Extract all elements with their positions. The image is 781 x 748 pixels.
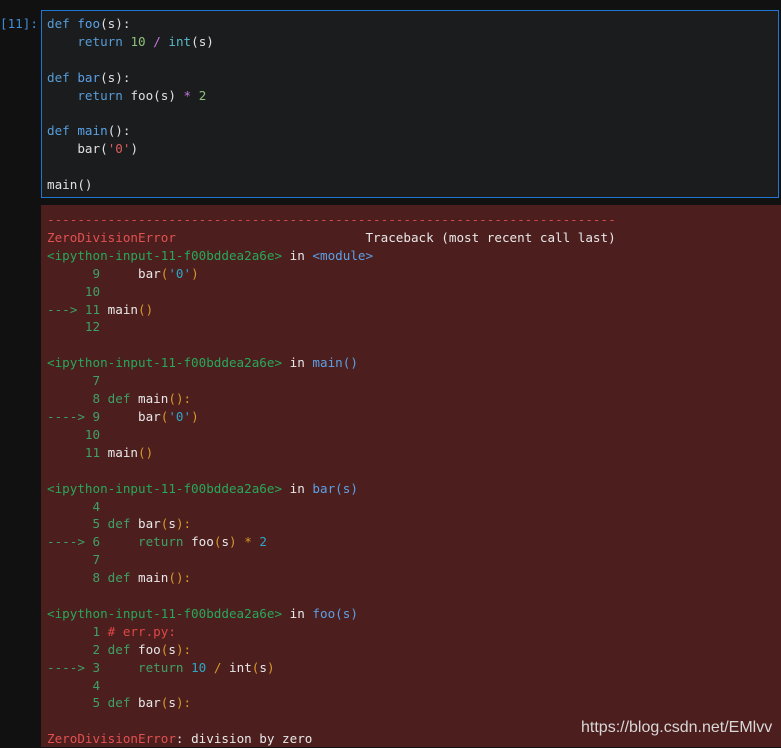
string: '0' — [107, 141, 131, 157]
frame-path: <ipython-input-11-f00bddea2a6e> — [47, 605, 283, 621]
code-input-cell[interactable]: def foo(s): return 10 / int(s) def bar(s… — [41, 10, 779, 198]
builtin: int — [168, 33, 192, 49]
frame-scope: main — [312, 355, 343, 371]
kw: def — [47, 16, 70, 31]
code-text: (s): — [100, 16, 131, 31]
code-text: foo(s) — [130, 87, 176, 103]
comment: # err.py: — [107, 623, 176, 639]
error-arrow: ----> 6 — [47, 534, 138, 550]
operator: * — [183, 87, 192, 103]
fn-name: bar — [77, 69, 101, 85]
code-text: (s): — [100, 69, 131, 85]
code-text: (): — [107, 123, 131, 139]
frame-scope: foo — [312, 605, 336, 621]
error-arrow: ----> 3 — [47, 659, 138, 675]
code-text: ) — [130, 141, 139, 157]
fn-name: main — [77, 123, 108, 139]
final-error-message: : division by zero — [175, 731, 313, 747]
number: 10 — [130, 33, 146, 49]
code-text: main() — [47, 177, 93, 193]
kw: def — [47, 123, 70, 139]
kw: def — [47, 69, 70, 85]
frame-path: <ipython-input-11-f00bddea2a6e> — [47, 355, 283, 371]
number: 2 — [198, 87, 207, 103]
frame-path: <ipython-input-11-f00bddea2a6e> — [47, 480, 283, 496]
operator: / — [153, 33, 161, 49]
frame-scope: bar — [312, 480, 336, 496]
error-name: ZeroDivisionError — [47, 229, 176, 245]
code-text: (s) — [191, 33, 214, 49]
traceback-header: Traceback (most recent call last) — [365, 229, 616, 245]
kw: return — [77, 33, 123, 49]
final-error-name: ZeroDivisionError — [47, 731, 176, 747]
code-text: bar( — [77, 141, 108, 157]
frame-path: <ipython-input-11-f00bddea2a6e> — [47, 247, 283, 263]
separator: ----------------------------------------… — [47, 212, 616, 227]
traceback: ----------------------------------------… — [47, 212, 616, 747]
kw: return — [77, 87, 123, 103]
fn-name: foo — [77, 16, 101, 31]
frame-scope: <module> — [312, 247, 374, 263]
error-arrow: ----> 9 — [47, 408, 138, 424]
error-arrow: ---> 11 — [47, 301, 108, 317]
error-output: ----------------------------------------… — [41, 205, 781, 747]
watermark: https://blog.csdn.net/EMlvv — [581, 719, 773, 736]
cell-prompt: [11]: — [0, 16, 38, 31]
code-editor[interactable]: def foo(s): return 10 / int(s) def bar(s… — [47, 15, 214, 194]
